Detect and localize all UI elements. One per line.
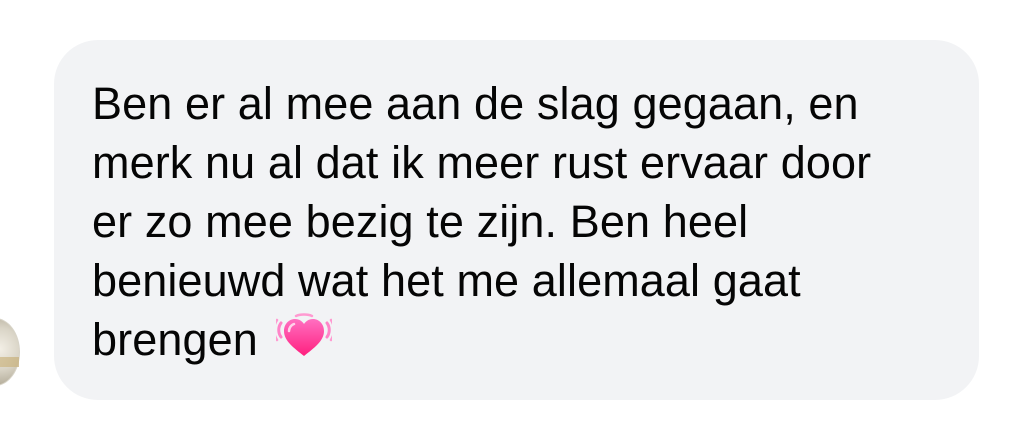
avatar-image-detail bbox=[0, 357, 19, 367]
message-text: Ben er al mee aan de slag gegaan, en mer… bbox=[92, 74, 952, 369]
sender-avatar[interactable] bbox=[0, 318, 20, 386]
message-line-5-text: brengen bbox=[92, 314, 258, 365]
message-line-2: merk nu al dat ik meer rust ervaar door bbox=[92, 137, 872, 188]
chat-view: Ben er al mee aan de slag gegaan, en mer… bbox=[0, 0, 1023, 427]
beating-heart-icon bbox=[272, 313, 336, 361]
message-line-4: benieuwd wat het me allemaal gaat bbox=[92, 255, 801, 306]
message-line-1: Ben er al mee aan de slag gegaan, en bbox=[92, 78, 859, 129]
message-line-3: er zo mee bezig te zijn. Ben heel bbox=[92, 196, 749, 247]
message-line-5: brengen bbox=[92, 310, 952, 369]
message-bubble[interactable]: Ben er al mee aan de slag gegaan, en mer… bbox=[54, 40, 979, 400]
